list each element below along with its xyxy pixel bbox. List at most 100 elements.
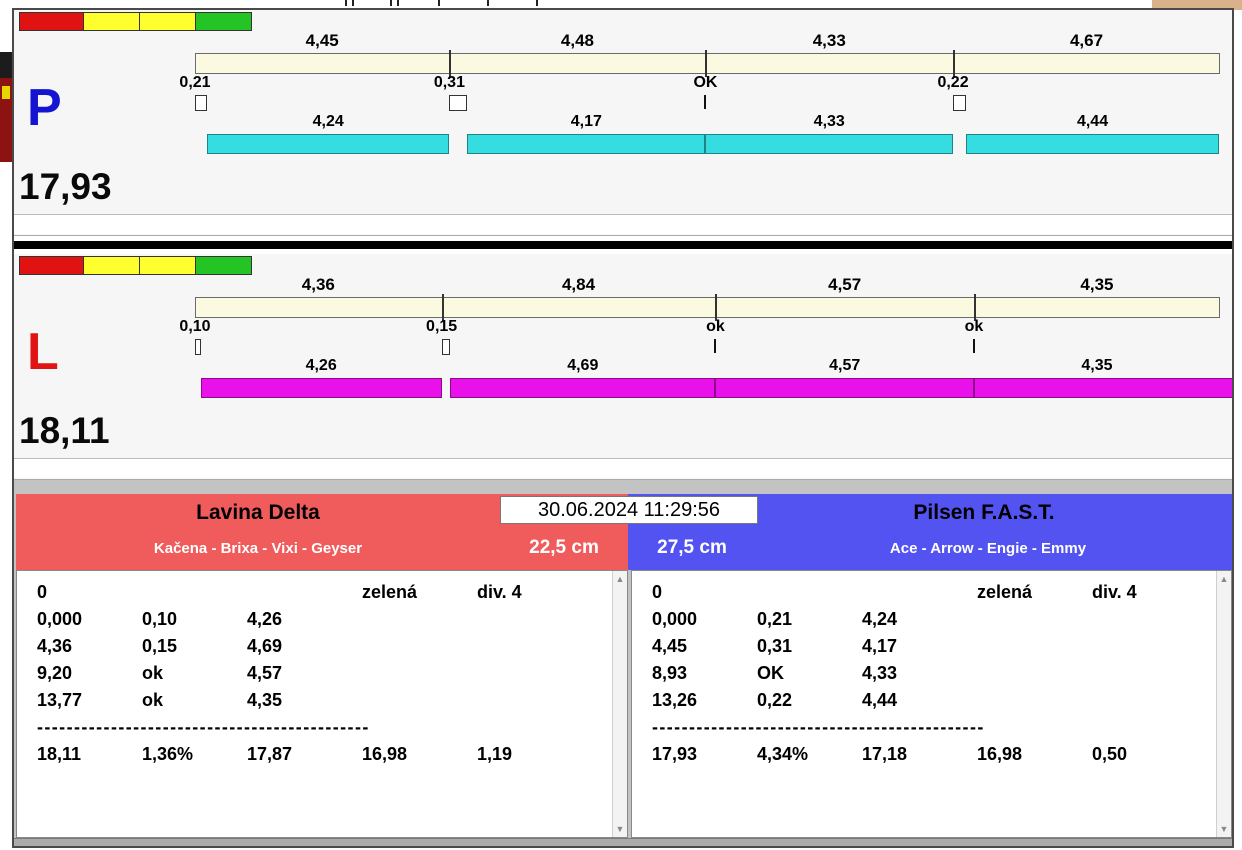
background-sliver-black bbox=[0, 52, 12, 78]
result-cell: ok bbox=[142, 663, 164, 683]
result-cell: 0,31 bbox=[757, 636, 793, 656]
tick-mark bbox=[345, 0, 347, 6]
result-cell: 0,50 bbox=[1092, 744, 1128, 764]
split-time-label: 4,33 bbox=[812, 31, 846, 50]
race-timestamp: 30.06.2024 11:29:56 bbox=[500, 496, 758, 524]
dog-time-label: 4,26 bbox=[305, 357, 337, 374]
split-divider bbox=[715, 294, 718, 321]
split-time-label: 4,84 bbox=[561, 275, 596, 294]
result-row: 4,45 0,31 4,17 bbox=[652, 633, 1216, 660]
tick-mark bbox=[390, 0, 392, 6]
summary-row: 18,11 1,36% 17,87 16,98 1,19 bbox=[37, 741, 612, 768]
dog-time-bar bbox=[207, 134, 450, 154]
scrollbar[interactable]: ▲ ▼ bbox=[1216, 571, 1231, 837]
result-cell: 13,26 bbox=[652, 690, 698, 710]
team-dogs-line: Ace - Arrow - Engie - Emmy bbox=[889, 540, 1087, 557]
pass-time-label: 0,10 bbox=[179, 318, 211, 335]
dog-time-label: 4,33 bbox=[813, 113, 845, 130]
dog-time-label: 4,69 bbox=[567, 357, 599, 374]
result-cell: 4,35 bbox=[247, 690, 283, 710]
team-name: Pilsen F.A.S.T. bbox=[913, 501, 1055, 524]
jump-height: 27,5 cm bbox=[657, 537, 727, 558]
results-text: 0 zelená div. 4 0,000 0,21 4,24 4,45 0,31 4,17 8,… bbox=[632, 571, 1216, 837]
scroll-up-icon[interactable]: ▲ bbox=[613, 571, 627, 587]
pass-gap-marker bbox=[195, 339, 201, 355]
lane-total-time: 17,93 bbox=[19, 166, 112, 207]
result-cell: 0,000 bbox=[37, 609, 83, 629]
result-cell: 9,20 bbox=[37, 663, 73, 683]
result-cell: ok bbox=[142, 690, 164, 710]
results-panel-left: 0 zelená div. 4 0,000 0,10 4,26 4,36 0,15 4,69 9,… bbox=[16, 570, 628, 838]
dog-time-bar bbox=[965, 134, 1220, 154]
pass-time-label: ok bbox=[706, 318, 725, 335]
result-cell: 4,24 bbox=[862, 609, 898, 629]
scroll-down-icon[interactable]: ▼ bbox=[1217, 821, 1231, 837]
dog-time-label: 4,35 bbox=[1081, 357, 1113, 374]
result-cell: 0,21 bbox=[757, 609, 793, 629]
separator-line: ----------------------------------------… bbox=[652, 717, 985, 737]
result-cell: 4,45 bbox=[652, 636, 688, 656]
flyball-timing-window: P 17,93 4,45 4,48 4,33 4,67 0,21 0,31 OK 0,22 4,… bbox=[12, 8, 1234, 848]
status-light-segment bbox=[195, 13, 251, 30]
scroll-down-icon[interactable]: ▼ bbox=[613, 821, 627, 837]
result-row: 9,20 ok 4,57 bbox=[37, 660, 612, 687]
result-cell: 8,93 bbox=[652, 663, 688, 683]
pass-time-label: 0,15 bbox=[426, 318, 458, 335]
split-divider bbox=[953, 50, 956, 77]
lane-P-section: P 17,93 4,45 4,48 4,33 4,67 0,21 0,31 OK 0,22 4,… bbox=[14, 10, 1232, 236]
result-cell: div. 4 bbox=[1092, 582, 1137, 602]
result-cell: 17,87 bbox=[247, 744, 293, 764]
dog-time-bar bbox=[467, 134, 706, 154]
window-bottom-strip bbox=[14, 838, 1232, 846]
results-panel-right: 0 zelená div. 4 0,000 0,21 4,24 4,45 0,31 4,17 8,… bbox=[631, 570, 1232, 838]
dog-time-bar bbox=[705, 134, 954, 154]
start-lights bbox=[19, 256, 252, 275]
result-cell: zelená bbox=[977, 582, 1033, 602]
jump-height: 22,5 cm bbox=[529, 537, 599, 558]
result-row: 0,000 0,21 4,24 bbox=[652, 606, 1216, 633]
scroll-up-icon[interactable]: ▲ bbox=[1217, 571, 1231, 587]
result-row: 8,93 OK 4,33 bbox=[652, 660, 1216, 687]
separator-line: ----------------------------------------… bbox=[37, 717, 370, 737]
background-sliver-yellow bbox=[2, 86, 10, 99]
result-cell: 4,34% bbox=[757, 744, 809, 764]
status-light-segment bbox=[195, 257, 251, 274]
split-times-bar bbox=[195, 53, 1220, 74]
result-cell: 4,26 bbox=[247, 609, 283, 629]
result-cell: 4,33 bbox=[862, 663, 898, 683]
status-light-segment bbox=[83, 257, 140, 274]
result-cell: 4,44 bbox=[862, 690, 898, 710]
status-light-segment bbox=[20, 257, 84, 274]
scrollbar[interactable]: ▲ ▼ bbox=[612, 571, 627, 837]
result-cell: div. 4 bbox=[477, 582, 522, 602]
status-light-segment bbox=[139, 13, 196, 30]
split-time-label: 4,57 bbox=[828, 275, 862, 294]
result-cell: 16,98 bbox=[977, 744, 1023, 764]
result-cell: 1,19 bbox=[477, 744, 513, 764]
pass-time-label: 0,21 bbox=[179, 74, 211, 91]
split-time-label: 4,35 bbox=[1080, 275, 1114, 294]
dog-time-bar bbox=[715, 378, 974, 398]
dog-time-label: 4,57 bbox=[829, 357, 861, 374]
result-cell: 4,69 bbox=[247, 636, 283, 656]
lane-divider-bar bbox=[14, 241, 1232, 249]
pass-ok-tick bbox=[972, 339, 975, 353]
pass-ok-tick bbox=[714, 339, 717, 353]
lane-total-time: 18,11 bbox=[19, 410, 110, 451]
result-row: 0,000 0,10 4,26 bbox=[37, 606, 612, 633]
result-row: 13,77 ok 4,35 bbox=[37, 687, 612, 714]
result-cell: OK bbox=[757, 663, 784, 683]
result-row: 13,26 0,22 4,44 bbox=[652, 687, 1216, 714]
result-cell: 0 bbox=[37, 582, 48, 602]
lane-status-strip bbox=[14, 458, 1232, 478]
status-light-segment bbox=[20, 13, 84, 30]
dog-time-bar bbox=[973, 378, 1232, 398]
split-time-label: 4,45 bbox=[305, 31, 339, 50]
result-cell: 17,18 bbox=[862, 744, 908, 764]
result-cell: 18,11 bbox=[37, 744, 82, 764]
status-light-segment bbox=[83, 13, 140, 30]
info-row: 0 zelená div. 4 bbox=[37, 579, 612, 606]
result-cell: 0,000 bbox=[652, 609, 698, 629]
split-divider bbox=[441, 294, 444, 321]
results-area: Lavina Delta Kačena - Brixa - Vixi - Gey… bbox=[14, 482, 1232, 846]
